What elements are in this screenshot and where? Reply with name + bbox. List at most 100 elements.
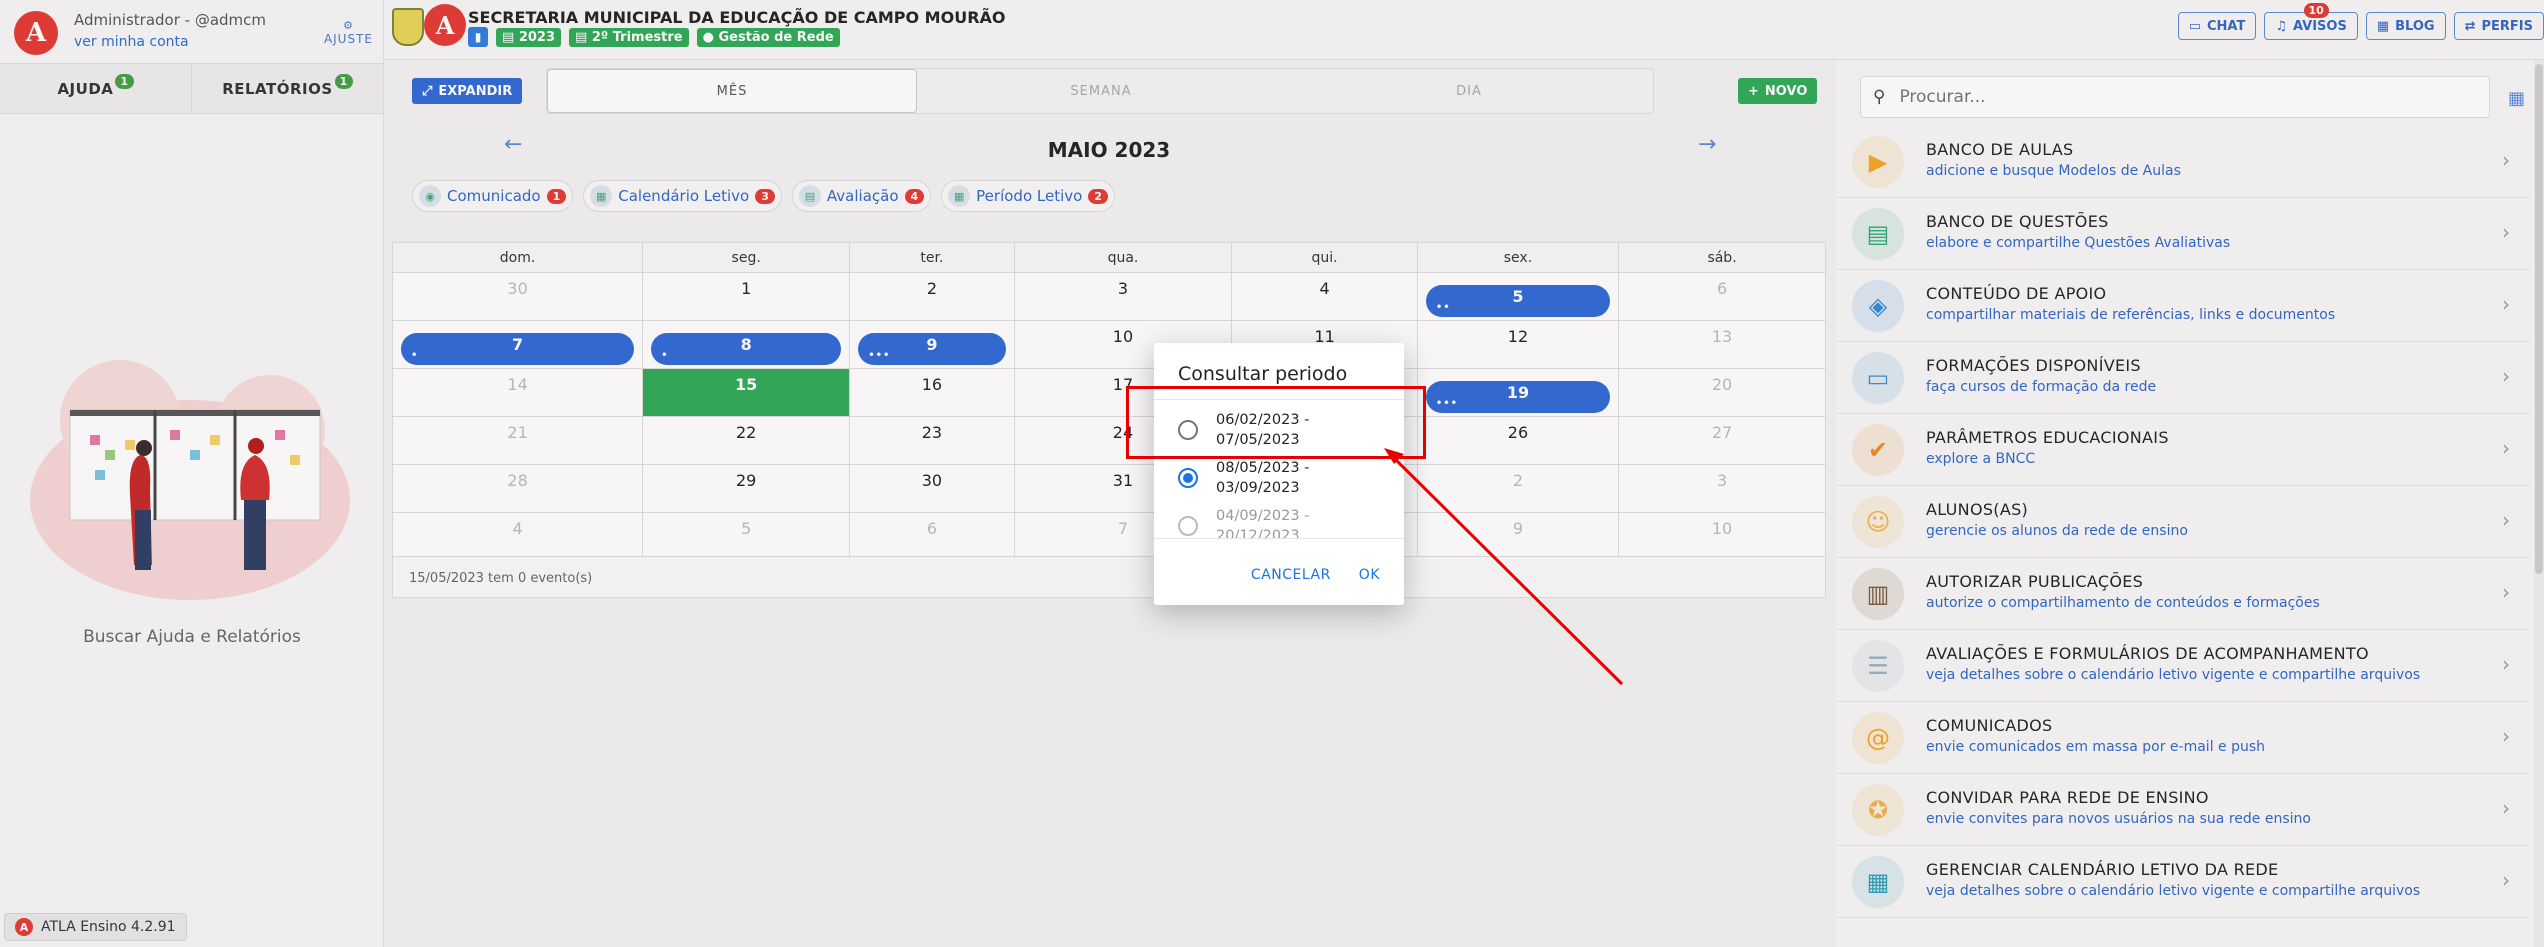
- day-cell[interactable]: 2: [849, 272, 1015, 321]
- menu-item[interactable]: ▭ FORMAÇÕES DISPONÍVEIS faça cursos de for…: [1836, 342, 2530, 414]
- top-header: A SECRETARIA MUNICIPAL DA EDUCAÇÃO DE CA…: [384, 0, 2544, 60]
- day-cell[interactable]: 5 ••: [1416, 272, 1620, 321]
- menu-item[interactable]: @ COMUNICADOS envie comunicados em massa p…: [1836, 702, 2530, 774]
- consultar-periodo-dialog: Consultar periodo 06/02/2023 -07/05/2023…: [1154, 343, 1404, 605]
- day-cell[interactable]: 23: [849, 416, 1015, 465]
- day-cell[interactable]: 28: [391, 464, 644, 513]
- cancel-button[interactable]: CANCELAR: [1251, 567, 1331, 583]
- day-cell[interactable]: 6: [1618, 272, 1826, 321]
- event-pill[interactable]: 19 •••: [1425, 381, 1611, 413]
- menu-item[interactable]: ▦ GERENCIAR CALENDÁRIO LETIVO DA REDE veja…: [1836, 846, 2530, 918]
- period-option-2[interactable]: 08/05/2023 - 03/09/2023: [1178, 458, 1309, 498]
- settings-label: AJUSTE: [323, 32, 373, 46]
- legend-count: 1: [546, 188, 567, 204]
- event-dots: •••: [1435, 398, 1459, 409]
- chat-button[interactable]: ▭ CHAT: [2177, 12, 2257, 40]
- grid-view-icon[interactable]: ▦: [2508, 88, 2525, 109]
- scrollbar-thumb[interactable]: [2535, 64, 2543, 574]
- ok-button[interactable]: OK: [1359, 567, 1380, 583]
- menu-item[interactable]: ☺ ALUNOS(AS) gerencie os alunos da rede de…: [1836, 486, 2530, 558]
- legend-label: Calendário Letivo: [618, 187, 750, 205]
- legend-avaliacao[interactable]: ▤ Avaliação 4: [791, 180, 932, 212]
- chip-year[interactable]: ▤ 2023: [496, 27, 561, 47]
- day-cell[interactable]: 16: [849, 368, 1015, 417]
- legend-periodo-letivo[interactable]: ▦ Período Letivo 2: [941, 180, 1115, 212]
- day-cell[interactable]: 10: [1618, 512, 1826, 561]
- perfis-label: PERFIS: [2481, 18, 2534, 34]
- day-cell[interactable]: 1: [642, 272, 851, 321]
- radio-button-selected[interactable]: [1178, 468, 1198, 488]
- day-cell[interactable]: 2: [1416, 464, 1620, 513]
- tab-ajuda[interactable]: AJUDA 1: [0, 64, 191, 113]
- day-cell[interactable]: 9: [1416, 512, 1620, 561]
- calendar-toolbar: ⤢ EXPANDIR MÊS SEMANA DIA + NOVO: [392, 66, 1826, 116]
- day-cell[interactable]: 4: [391, 512, 644, 561]
- day-cell[interactable]: 19 •••: [1416, 368, 1620, 417]
- version-badge[interactable]: A ATLA Ensino 4.2.91: [4, 913, 187, 941]
- search-input[interactable]: [1899, 87, 2460, 107]
- day-cell[interactable]: 9 •••: [849, 320, 1015, 369]
- day-number: 26: [1507, 423, 1529, 442]
- day-cell[interactable]: 20: [1618, 368, 1826, 417]
- period-option-3[interactable]: 04/09/2023 - 20/12/2023: [1178, 506, 1309, 538]
- expand-button[interactable]: ⤢ EXPANDIR: [412, 78, 523, 104]
- chip-term[interactable]: ▤ 2º Trimestre: [569, 27, 689, 47]
- radio-button[interactable]: [1178, 516, 1198, 536]
- menu-item[interactable]: ✪ CONVIDAR PARA REDE DE ENSINO envie convi…: [1836, 774, 2530, 846]
- legend-comunicado[interactable]: ◉ Comunicado 1: [412, 180, 574, 212]
- questions-icon: ▤: [1852, 208, 1904, 260]
- menu-item-subtitle: adicione e busque Modelos de Aulas: [1926, 163, 2181, 179]
- day-cell[interactable]: 3: [1013, 272, 1233, 321]
- day-cell[interactable]: 30: [391, 272, 644, 321]
- period-start: 08/05/2023 -: [1216, 460, 1310, 476]
- day-cell[interactable]: 5: [642, 512, 851, 561]
- event-pill[interactable]: 5 ••: [1425, 285, 1611, 317]
- menu-item-subtitle: veja detalhes sobre o calendário letivo …: [1926, 883, 2421, 899]
- menu-item[interactable]: ▤ BANCO DE QUESTÕES elabore e compartilhe …: [1836, 198, 2530, 270]
- settings-button[interactable]: ⚙ AJUSTE: [323, 20, 373, 47]
- scrollbar[interactable]: [2534, 60, 2544, 947]
- day-number: 30: [507, 279, 528, 298]
- day-cell[interactable]: 30: [849, 464, 1015, 513]
- day-cell[interactable]: 8 •: [642, 320, 851, 369]
- dashboard-icon[interactable]: ▮: [468, 27, 488, 47]
- menu-item-subtitle: faça cursos de formação da rede: [1926, 379, 2157, 395]
- day-cell[interactable]: 6: [849, 512, 1015, 561]
- period-end: 03/09/2023: [1216, 480, 1300, 496]
- menu-item[interactable]: ◈ CONTEÚDO DE APOIO compartilhar materiais…: [1836, 270, 2530, 342]
- period-label: 08/05/2023 - 03/09/2023: [1216, 458, 1309, 498]
- day-cell[interactable]: 7 •: [391, 320, 644, 369]
- menu-item[interactable]: ☰ AVALIAÇÕES E FORMULÁRIOS DE ACOMPANHAME…: [1836, 630, 2530, 702]
- day-cell[interactable]: 22: [642, 416, 851, 465]
- event-pill[interactable]: 7 •: [401, 333, 635, 365]
- day-cell[interactable]: 14: [391, 368, 644, 417]
- tab-relatorios[interactable]: RELATÓRIOS 1: [191, 64, 383, 113]
- menu-item[interactable]: ▥ AUTORIZAR PUBLICAÇÕES autorize o compart…: [1836, 558, 2530, 630]
- new-event-button[interactable]: + NOVO: [1738, 78, 1818, 104]
- blog-button[interactable]: ▦ BLOG: [2365, 12, 2446, 40]
- menu-item[interactable]: ✔ PARÂMETROS EDUCACIONAIS explore a BNCC ›: [1836, 414, 2530, 486]
- chip-role[interactable]: ● Gestão de Rede: [696, 27, 840, 47]
- view-month[interactable]: MÊS: [547, 69, 917, 113]
- legend-calendario-letivo[interactable]: ▦ Calendário Letivo 3: [583, 180, 782, 212]
- day-number: 16: [921, 375, 943, 394]
- view-day[interactable]: DIA: [1285, 69, 1653, 113]
- day-cell[interactable]: 26: [1416, 416, 1620, 465]
- perfis-button[interactable]: ⇄ PERFIS: [2453, 12, 2544, 40]
- day-cell[interactable]: 21: [391, 416, 644, 465]
- day-cell[interactable]: 4: [1231, 272, 1418, 321]
- view-week[interactable]: SEMANA: [917, 69, 1285, 113]
- event-pill[interactable]: 8 •: [651, 333, 842, 365]
- day-cell[interactable]: 29: [642, 464, 851, 513]
- menu-item-subtitle: veja detalhes sobre o calendário letivo …: [1926, 667, 2421, 683]
- day-cell[interactable]: 15: [642, 368, 851, 417]
- menu-item[interactable]: ▶ BANCO DE AULAS adicione e busque Modelos…: [1836, 126, 2530, 198]
- day-cell[interactable]: 12: [1416, 320, 1620, 369]
- day-cell[interactable]: 3: [1618, 464, 1826, 513]
- day-cell[interactable]: 27: [1618, 416, 1826, 465]
- avisos-button[interactable]: ♫ AVISOS 10: [2264, 3, 2358, 40]
- my-account-link[interactable]: ver minha conta: [74, 34, 189, 50]
- day-cell[interactable]: 13: [1618, 320, 1826, 369]
- event-pill[interactable]: 9 •••: [858, 333, 1006, 365]
- expand-icon: ⤢: [422, 83, 433, 99]
